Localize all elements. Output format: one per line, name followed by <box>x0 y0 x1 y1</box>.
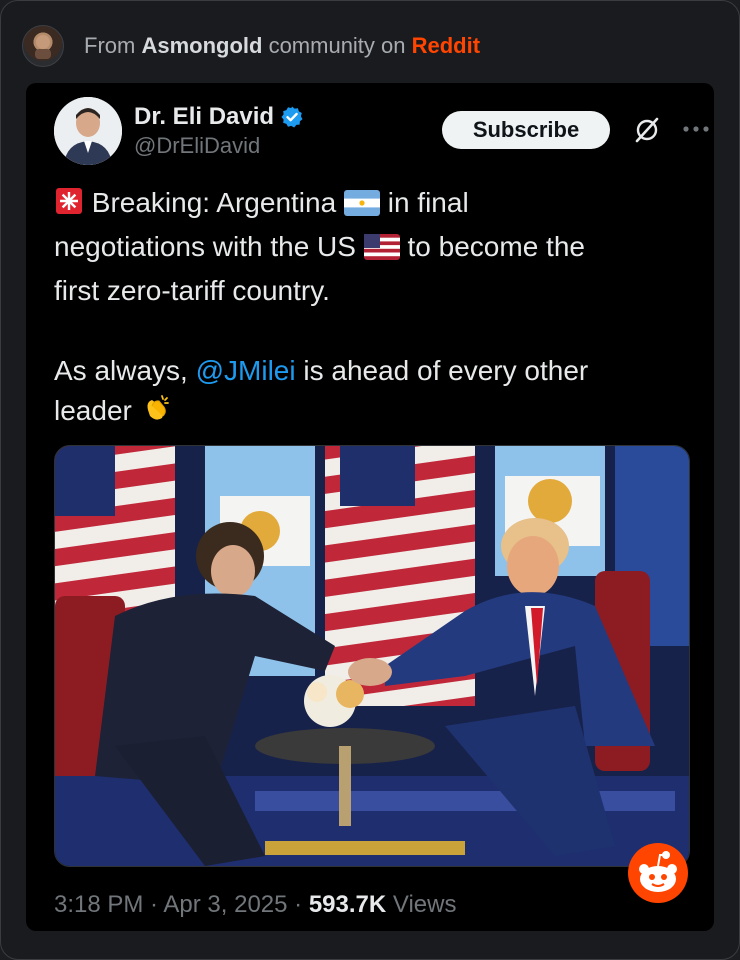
us-flag-emoji <box>363 231 400 271</box>
user-avatar-image <box>54 97 122 165</box>
views-count: 593.7K <box>308 891 387 918</box>
tweet-text-as-always: As always, <box>54 355 196 386</box>
grok-icon[interactable] <box>632 115 662 150</box>
metadata-separator: · <box>287 891 309 918</box>
tweet-text-leader: leader <box>54 395 132 426</box>
tweet-card[interactable]: Dr. Eli David @DrEliDavid Subscribe Brea… <box>26 83 714 931</box>
user-avatar[interactable] <box>54 97 122 165</box>
verified-badge-icon <box>280 105 304 129</box>
display-name-text: Dr. Eli David <box>134 103 275 130</box>
tweet-line-5: leader <box>54 391 684 435</box>
tweet-time[interactable]: 3:18 PM <box>54 891 143 918</box>
community-middle: community on <box>262 33 412 58</box>
tweet-text-in-final: in final <box>387 187 469 218</box>
tweet-text-negotiations: negotiations with the US <box>54 231 356 262</box>
views-label: Views <box>386 891 457 918</box>
argentina-flag-emoji <box>343 187 380 227</box>
community-header[interactable]: From Asmongold community on Reddit <box>22 25 480 67</box>
more-icon[interactable] <box>682 121 710 139</box>
tweet-header: Dr. Eli David @DrEliDavid Subscribe <box>54 97 709 167</box>
tweet-date[interactable]: Apr 3, 2025 <box>163 891 287 918</box>
community-attribution: From Asmongold community on Reddit <box>84 33 480 59</box>
tweet-photo[interactable] <box>54 445 690 867</box>
mention-link[interactable]: @JMilei <box>196 355 296 386</box>
user-handle[interactable]: @DrEliDavid <box>134 133 260 159</box>
clapping-hands-emoji <box>140 392 172 435</box>
metadata-separator: · <box>143 891 164 918</box>
community-avatar-icon <box>35 35 51 59</box>
community-name[interactable]: Asmongold <box>141 33 262 58</box>
photo-handshake-image <box>55 446 689 866</box>
community-prefix: From <box>84 33 142 58</box>
reddit-snoo-icon <box>626 841 690 910</box>
tweet-metadata: 3:18 PM · Apr 3, 2025 · 593.7K Views <box>54 891 456 919</box>
community-avatar[interactable] <box>22 25 64 67</box>
tweet-line-2: negotiations with the US to become the <box>54 227 684 271</box>
subscribe-button[interactable]: Subscribe <box>442 111 610 149</box>
display-name[interactable]: Dr. Eli David <box>134 103 304 131</box>
tweet-line-3: first zero-tariff country. <box>54 275 330 306</box>
tweet-line-1: Breaking: Argentina in final <box>54 183 684 227</box>
platform-name[interactable]: Reddit <box>412 33 480 58</box>
siren-emoji <box>54 186 84 227</box>
tweet-text-breaking: Breaking: Argentina <box>91 187 337 218</box>
tweet-line-4: As always, @JMilei is ahead of every oth… <box>54 351 684 391</box>
tweet-text-ahead: is ahead of every other <box>295 355 589 386</box>
tweet-body: Breaking: Argentina in final negotiation… <box>54 183 684 435</box>
tweet-text-to-become: to become the <box>407 231 585 262</box>
